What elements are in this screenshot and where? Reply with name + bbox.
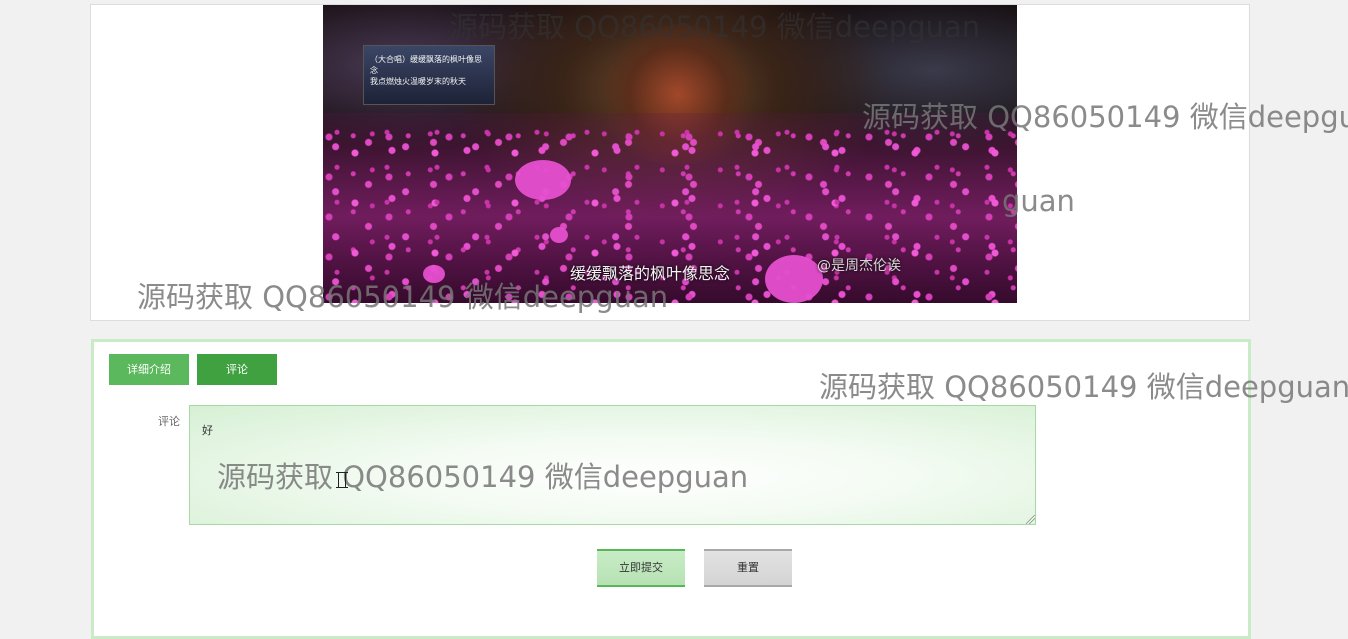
tab-detail[interactable]: 详细介绍 bbox=[109, 354, 189, 385]
text-cursor-icon bbox=[336, 472, 348, 488]
comment-label: 评论 bbox=[158, 415, 180, 428]
watermark-text: 源码获取 QQ86050149 微信deepguan bbox=[819, 370, 1348, 404]
comment-value: 好 bbox=[202, 424, 213, 437]
watermark-text: guan bbox=[1002, 184, 1075, 218]
balloon bbox=[550, 227, 568, 243]
tab-comment[interactable]: 评论 bbox=[197, 354, 277, 385]
stage-screen: （大合唱）缓缓飘落的枫叶像思念 我点燃烛火温暖岁末的秋天 bbox=[363, 45, 495, 105]
video-player[interactable]: （大合唱）缓缓飘落的枫叶像思念 我点燃烛火温暖岁末的秋天 缓缓飘落的枫叶像思念 … bbox=[323, 5, 1017, 303]
balloon bbox=[515, 160, 571, 200]
watermark-text: 源码获取 QQ86050149 微信deepgu bbox=[862, 100, 1348, 134]
balloon bbox=[765, 255, 823, 303]
watermark-text: 源码获取 QQ86050149 微信deepguan bbox=[449, 10, 981, 44]
watermark-text: 源码获取 QQ86050149 微信deepguan bbox=[137, 280, 669, 314]
watermark-text: 源码获取 QQ86050149 微信deepguan bbox=[217, 460, 749, 494]
stage-screen-text: （大合唱）缓缓飘落的枫叶像思念 我点燃烛火温暖岁末的秋天 bbox=[370, 55, 482, 86]
submit-button[interactable]: 立即提交 bbox=[597, 549, 685, 587]
reset-button[interactable]: 重置 bbox=[704, 549, 792, 587]
video-watermark-handle: @是周杰伦诶 bbox=[817, 258, 901, 274]
resize-handle-icon[interactable] bbox=[1026, 515, 1035, 524]
